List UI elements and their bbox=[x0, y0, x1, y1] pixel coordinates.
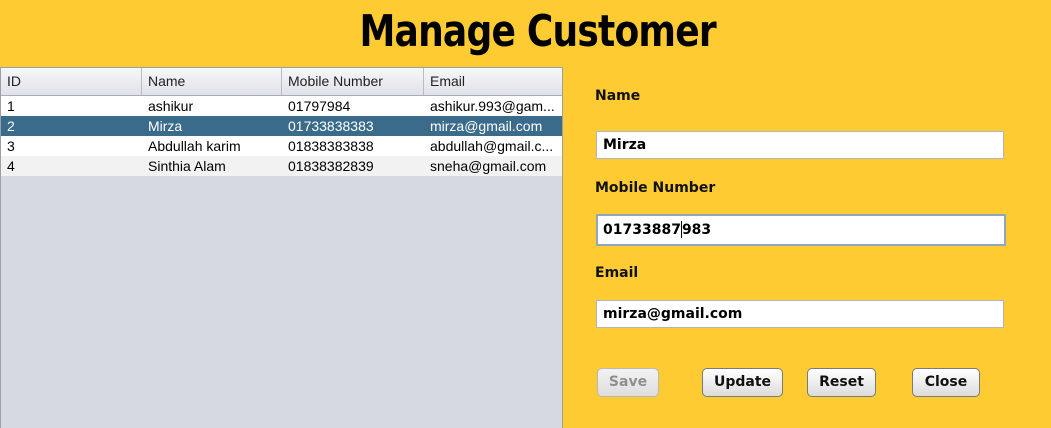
cell-email: sneha@gmail.com bbox=[430, 158, 547, 174]
page-title: Manage Customer bbox=[359, 6, 716, 57]
email-field[interactable]: mirza@gmail.com bbox=[596, 300, 1004, 328]
cell-mobile: 01797984 bbox=[288, 98, 351, 114]
column-header-email[interactable]: Email bbox=[424, 68, 562, 95]
cell-id: 3 bbox=[7, 138, 15, 154]
column-header-name[interactable]: Name bbox=[142, 68, 282, 95]
table-row[interactable]: 3 Abdullah karim 01838383838 abdullah@gm… bbox=[1, 136, 562, 156]
update-button[interactable]: Update bbox=[702, 368, 783, 397]
reset-button[interactable]: Reset bbox=[807, 368, 876, 397]
name-field[interactable]: Mirza bbox=[596, 131, 1004, 159]
cell-id: 4 bbox=[7, 158, 15, 174]
cell-email: ashikur.993@gam... bbox=[430, 98, 555, 114]
cell-name: Abdullah karim bbox=[148, 138, 241, 154]
cell-id: 1 bbox=[7, 98, 15, 114]
mobile-number-field[interactable]: 01733887983 bbox=[596, 214, 1006, 246]
cell-mobile: 01733838383 bbox=[288, 118, 374, 134]
save-button[interactable]: Save bbox=[597, 368, 659, 397]
cell-email: abdullah@gmail.c... bbox=[430, 138, 554, 154]
mobile-value-after-caret: 983 bbox=[681, 222, 712, 238]
cell-name: ashikur bbox=[148, 98, 194, 114]
table-header: ID Name Mobile Number Email bbox=[1, 68, 562, 96]
table-row[interactable]: 1 ashikur 01797984 ashikur.993@gam... bbox=[1, 96, 562, 116]
cell-email: mirza@gmail.com bbox=[430, 118, 543, 134]
close-button[interactable]: Close bbox=[912, 368, 980, 397]
cell-mobile: 01838382839 bbox=[288, 158, 374, 174]
mobile-number-label: Mobile Number bbox=[595, 180, 716, 196]
cell-name: Mirza bbox=[148, 118, 183, 134]
column-header-id[interactable]: ID bbox=[1, 68, 142, 95]
cell-id: 2 bbox=[7, 118, 15, 134]
customer-table[interactable]: ID Name Mobile Number Email 1 ashikur 01… bbox=[0, 67, 563, 428]
table-row[interactable]: 4 Sinthia Alam 01838382839 sneha@gmail.c… bbox=[1, 156, 562, 176]
cell-name: Sinthia Alam bbox=[148, 158, 226, 174]
table-row-selected[interactable]: 2 Mirza 01733838383 mirza@gmail.com bbox=[1, 116, 562, 136]
column-header-mobile[interactable]: Mobile Number bbox=[282, 68, 424, 95]
email-label: Email bbox=[595, 265, 639, 281]
cell-mobile: 01838383838 bbox=[288, 138, 374, 154]
name-label: Name bbox=[595, 88, 641, 104]
mobile-value-before-caret: 01733887 bbox=[603, 222, 681, 238]
